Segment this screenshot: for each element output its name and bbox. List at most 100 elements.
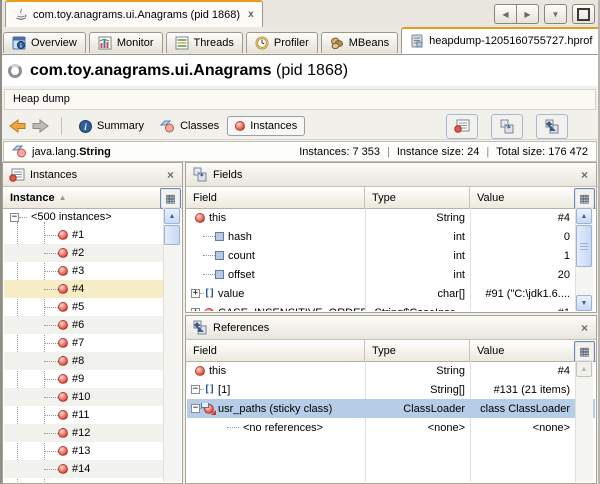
expand-icon[interactable]: + xyxy=(191,289,200,298)
instance-item[interactable]: #13 xyxy=(4,442,163,460)
primitive-field-icon xyxy=(215,232,224,241)
instance-item[interactable]: #4 xyxy=(4,280,163,298)
instances-view-button[interactable]: Instances xyxy=(227,116,305,136)
instance-item[interactable]: #2 xyxy=(4,244,163,262)
tab-list-dropdown-button[interactable]: ▼ xyxy=(544,4,567,24)
thumb-grip xyxy=(580,246,588,247)
instance-item[interactable]: #3 xyxy=(4,262,163,280)
field-value: #91 ("C:\jdk1.6.... xyxy=(470,288,575,300)
scrollbar-thumb[interactable] xyxy=(164,225,180,245)
scroll-up-button[interactable]: ▲ xyxy=(164,208,180,224)
reference-row[interactable]: −usr_paths (sticky class)ClassLoaderclas… xyxy=(187,399,595,418)
reference-row[interactable]: −[][1]String[]#131 (21 items) xyxy=(187,380,595,399)
view-tab-overview[interactable]: iOverview xyxy=(3,32,86,53)
tab-close-icon[interactable]: x xyxy=(248,9,254,20)
view-tab-mbeans[interactable]: MBeans xyxy=(321,32,398,53)
scroll-tabs-right-button[interactable]: ▶ xyxy=(516,4,539,24)
scroll-down-button[interactable]: ▼ xyxy=(576,295,592,311)
scrollbar-thumb[interactable] xyxy=(576,225,592,267)
close-references-panel-button[interactable]: × xyxy=(579,321,590,335)
view-tab-monitor[interactable]: Monitor xyxy=(89,32,163,53)
loader-triangle-icon xyxy=(211,410,216,415)
fields-scrollbar[interactable]: ▲ ▼ xyxy=(575,208,593,311)
tree-connector xyxy=(44,235,58,236)
instance-item[interactable]: #1 xyxy=(4,226,163,244)
field-name: usr_paths (sticky class) xyxy=(218,403,332,415)
back-button[interactable] xyxy=(8,118,27,134)
instance-item[interactable]: #8 xyxy=(4,352,163,370)
view-tab-profiler[interactable]: Profiler xyxy=(246,32,318,53)
close-instances-panel-button[interactable]: × xyxy=(165,168,176,182)
scroll-up-button[interactable]: ▲ xyxy=(576,208,592,224)
instances-count: Instances: 7 353 xyxy=(299,146,380,158)
toggle-references-pane-button[interactable] xyxy=(536,114,568,139)
type-column-header[interactable]: Type xyxy=(364,340,469,361)
toggle-instances-pane-button[interactable] xyxy=(446,114,478,139)
references-panel-header: References × xyxy=(186,316,596,340)
value-column-header[interactable]: Value xyxy=(469,340,574,361)
visualvm-window: com.toy.anagrams.ui.Anagrams (pid 1868) … xyxy=(0,0,600,484)
instances-panel-icon xyxy=(9,168,25,182)
field-row[interactable]: +[]valuechar[]#91 ("C:\jdk1.6.... xyxy=(187,284,595,303)
field-type: char[] xyxy=(365,288,470,300)
instance-item[interactable]: #5 xyxy=(4,298,163,316)
instance-item[interactable]: #12 xyxy=(4,424,163,442)
reference-row[interactable]: thisString#4 xyxy=(187,361,595,380)
instances-panel-header: Instances × xyxy=(3,163,182,187)
instances-table-settings-button[interactable]: ▦ xyxy=(160,188,181,209)
class-name: String xyxy=(79,146,111,158)
field-row[interactable]: thisString#4 xyxy=(187,208,595,227)
fields-table-settings-button[interactable]: ▦ xyxy=(574,188,595,209)
type-column-header[interactable]: Type xyxy=(364,187,469,208)
reference-row[interactable]: <no references><none><none> xyxy=(187,418,595,437)
document-tab-anagrams[interactable]: com.toy.anagrams.ui.Anagrams (pid 1868) … xyxy=(5,0,263,27)
field-row[interactable]: offsetint20 xyxy=(187,265,595,284)
field-name: offset xyxy=(228,269,255,281)
heapwalker-toolbar: i Summary Classes Instances xyxy=(6,113,594,139)
collapse-icon[interactable]: − xyxy=(191,385,200,394)
summary-view-button[interactable]: i Summary xyxy=(71,116,152,137)
forward-button[interactable] xyxy=(31,118,50,134)
instance-column-header[interactable]: Instance▲ xyxy=(3,187,160,208)
pane-toggle-buttons xyxy=(433,114,568,139)
overview-icon: i xyxy=(12,36,26,50)
close-fields-panel-button[interactable]: × xyxy=(579,168,590,182)
maximize-tab-button[interactable] xyxy=(572,4,595,24)
instances-panel: Instances × Instance▲ ▦ −<500 instances>… xyxy=(2,162,183,484)
instance-item[interactable]: #9 xyxy=(4,370,163,388)
fields-panel-title: Fields xyxy=(213,169,574,181)
scroll-up-button[interactable]: ▲ xyxy=(576,361,592,377)
instance-item[interactable]: −<500 instances> xyxy=(4,208,163,226)
value-column-header[interactable]: Value xyxy=(469,187,574,208)
collapse-icon[interactable]: − xyxy=(191,404,200,413)
instance-item[interactable]: #10 xyxy=(4,388,163,406)
tree-connector xyxy=(44,343,58,344)
instance-item[interactable]: #7 xyxy=(4,334,163,352)
view-tab-threads[interactable]: Threads xyxy=(166,32,243,53)
field-column-header[interactable]: Field xyxy=(186,187,364,208)
instance-label: #1 xyxy=(72,229,84,241)
view-tab-heapdump-1205160755727-hprof[interactable]: heapdump-1205160755727.hprofx xyxy=(401,27,600,54)
toolbar-divider xyxy=(2,139,598,140)
instance-item[interactable]: #14 xyxy=(4,460,163,478)
scroll-tabs-left-button[interactable]: ◀ xyxy=(494,4,516,24)
classes-view-button[interactable]: Classes xyxy=(152,116,227,137)
expand-icon[interactable]: + xyxy=(191,308,200,311)
tree-connector xyxy=(44,433,58,434)
classes-label: Classes xyxy=(180,120,219,132)
collapse-icon[interactable]: − xyxy=(10,213,19,222)
instance-item[interactable]: #15 xyxy=(4,478,163,482)
instance-item[interactable]: #6 xyxy=(4,316,163,334)
field-row[interactable]: +CASE_INSENSITIVE_ORDERString$CaseInse..… xyxy=(187,303,595,311)
instances-scrollbar[interactable]: ▲ xyxy=(163,208,181,482)
instance-item[interactable]: #11 xyxy=(4,406,163,424)
references-scrollbar[interactable]: ▲ xyxy=(575,361,593,482)
field-row[interactable]: countint1 xyxy=(187,246,595,265)
field-column-header[interactable]: Field xyxy=(186,340,364,361)
references-table-settings-button[interactable]: ▦ xyxy=(574,341,595,362)
instance-dot-icon xyxy=(58,248,68,258)
toggle-fields-pane-button[interactable] xyxy=(491,114,523,139)
instance-dot-icon xyxy=(58,410,68,420)
field-row[interactable]: hashint0 xyxy=(187,227,595,246)
field-cell: this xyxy=(187,212,365,224)
